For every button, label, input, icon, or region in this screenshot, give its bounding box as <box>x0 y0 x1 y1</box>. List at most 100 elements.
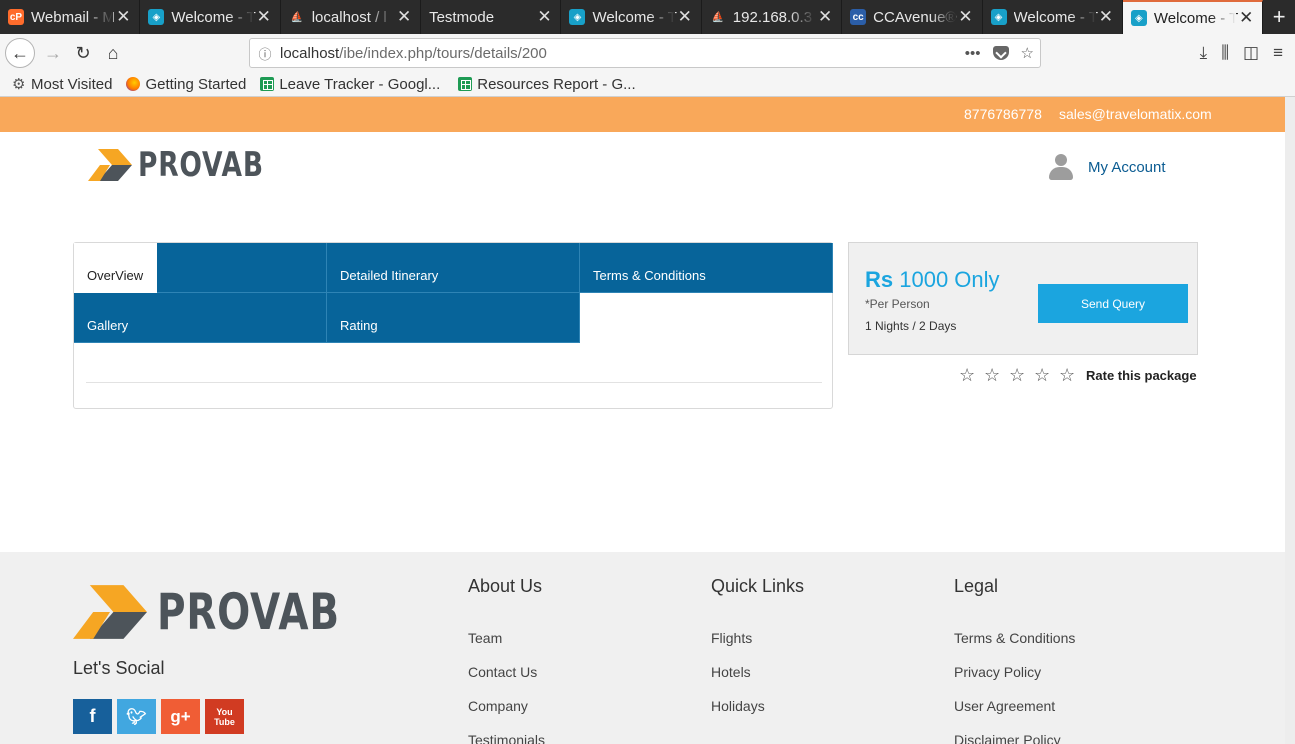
footer-link-company[interactable]: Company <box>468 689 668 723</box>
sheets-icon <box>260 77 275 91</box>
bookmark-leave-tracker[interactable]: Leave Tracker - Googl... <box>260 76 440 93</box>
google-plus-icon[interactable]: g+ <box>161 699 200 734</box>
provab-favicon-icon: ◈ <box>990 9 1007 25</box>
url-text[interactable]: localhost/ibe/index.php/tours/details/20… <box>280 45 965 62</box>
tab-title: Testmode <box>429 8 495 26</box>
browser-tab-active[interactable]: ◈ Welcome - T ✕ <box>1122 0 1264 34</box>
phpmyadmin-icon: ⛵ <box>290 11 303 23</box>
bookmark-getting-started[interactable]: Getting Started <box>126 76 246 93</box>
download-icon[interactable]: ⤓ <box>1200 43 1208 63</box>
footer-link-testimonials[interactable]: Testimonials <box>468 723 668 744</box>
browser-tab[interactable]: ⛵ 192.168.0.3 ✕ <box>702 0 843 34</box>
footer-column-title: Quick Links <box>711 576 805 596</box>
footer-link-privacy[interactable]: Privacy Policy <box>954 655 1154 689</box>
rate-package-label: Rate this package <box>1086 367 1197 383</box>
contact-strip: 8776786778 sales@travelomatix.com <box>0 97 1285 132</box>
twitter-icon[interactable]: 🐦︎ <box>117 699 156 734</box>
footer-link-team[interactable]: Team <box>468 621 668 655</box>
send-query-button[interactable]: Send Query <box>1038 284 1188 323</box>
menu-icon[interactable]: ≡ <box>1273 43 1283 63</box>
star-icon[interactable]: ☆ <box>984 365 1009 385</box>
contact-email[interactable]: sales@travelomatix.com <box>1059 106 1212 122</box>
tab-strip-fill <box>157 243 327 293</box>
footer-link-holidays[interactable]: Holidays <box>711 689 911 723</box>
close-icon[interactable]: ✕ <box>396 7 412 27</box>
star-icon[interactable]: ☆ <box>959 365 984 385</box>
footer-link-terms[interactable]: Terms & Conditions <box>954 621 1154 655</box>
price-amount: 1000 Only <box>899 267 1000 292</box>
reload-button[interactable]: ↻ <box>68 38 98 68</box>
close-icon[interactable]: ✕ <box>1098 7 1114 27</box>
star-icon[interactable]: ☆ <box>1009 365 1034 385</box>
close-icon[interactable]: ✕ <box>677 7 693 27</box>
close-icon[interactable]: ✕ <box>958 7 974 27</box>
user-avatar-icon <box>1048 153 1074 181</box>
back-button[interactable]: ← <box>5 38 35 68</box>
tab-detailed-itinerary[interactable]: Detailed Itinerary <box>327 243 580 293</box>
close-icon[interactable]: ✕ <box>1238 8 1254 28</box>
site-footer: PROVAB Let's Social f 🐦︎ g+ You Tube Abou… <box>0 552 1285 744</box>
footer-link-hotels[interactable]: Hotels <box>711 655 911 689</box>
star-icon[interactable]: ☆ <box>1034 365 1059 385</box>
youtube-icon[interactable]: You Tube <box>205 699 244 734</box>
library-icon[interactable]: ⫼ <box>1221 43 1229 63</box>
forward-button[interactable]: → <box>38 38 68 68</box>
browser-tab[interactable]: ◈ Welcome - T ✕ <box>140 0 281 34</box>
package-duration: 1 Nights / 2 Days <box>865 319 957 333</box>
provab-favicon-icon: ◈ <box>148 9 165 25</box>
footer-link-disclaimer[interactable]: Disclaimer Policy <box>954 723 1154 744</box>
home-button[interactable]: ⌂ <box>98 38 128 68</box>
price-currency: Rs <box>865 267 894 292</box>
close-icon[interactable]: ✕ <box>115 7 131 27</box>
facebook-icon[interactable]: f <box>73 699 112 734</box>
footer-column-title: Legal <box>954 576 999 596</box>
per-person-note: *Per Person <box>865 297 930 311</box>
bookmark-star-icon[interactable]: ☆ <box>1021 44 1034 62</box>
footer-logo[interactable]: PROVAB <box>73 583 391 641</box>
contact-phone[interactable]: 8776786778 <box>964 106 1042 122</box>
footer-link-user-agreement[interactable]: User Agreement <box>954 689 1154 723</box>
tab-content-divider <box>86 382 822 383</box>
new-tab-button[interactable]: + <box>1263 0 1295 34</box>
url-bar[interactable]: ⓘ localhost/ibe/index.php/tours/details/… <box>249 38 1041 68</box>
footer-link-contact-us[interactable]: Contact Us <box>468 655 668 689</box>
gear-icon: ⚙ <box>12 76 26 93</box>
bookmark-label: Resources Report - G... <box>477 75 636 93</box>
provab-favicon-icon: ◈ <box>569 9 586 25</box>
web-page: 8776786778 sales@travelomatix.com PROVAB… <box>0 97 1285 744</box>
bookmark-most-visited[interactable]: ⚙ Most Visited <box>12 75 113 94</box>
site-logo[interactable]: PROVAB <box>88 145 299 185</box>
footer-column-about: About Us Team Contact Us Company Testimo… <box>468 576 545 744</box>
browser-tab[interactable]: ◈ Welcome - T ✕ <box>983 0 1123 34</box>
browser-tab[interactable]: cc CCAvenue® ✕ <box>842 0 983 34</box>
browser-tab[interactable]: ⛵ localhost / l ✕ <box>281 0 422 34</box>
social-heading: Let's Social <box>73 658 165 678</box>
bookmark-label: Getting Started <box>145 75 247 93</box>
sheets-icon <box>458 77 473 91</box>
tab-terms-conditions[interactable]: Terms & Conditions <box>580 243 833 293</box>
bookmark-label: Leave Tracker - Googl... <box>279 75 441 93</box>
page-scrollbar[interactable] <box>1285 97 1295 744</box>
my-account-link[interactable]: My Account <box>1048 153 1166 181</box>
footer-link-flights[interactable]: Flights <box>711 621 911 655</box>
tab-rating[interactable]: Rating <box>327 293 580 343</box>
package-price: Rs 1000 Only <box>865 267 1000 293</box>
tab-overview[interactable]: OverView <box>74 243 157 293</box>
browser-tab[interactable]: ◈ Welcome - T ✕ <box>561 0 702 34</box>
logo-mark-icon <box>88 149 132 181</box>
close-icon[interactable]: ✕ <box>817 7 833 27</box>
close-icon[interactable]: ✕ <box>536 7 552 27</box>
page-actions-icon[interactable]: ••• <box>965 45 981 62</box>
close-icon[interactable]: ✕ <box>256 7 272 27</box>
browser-tab[interactable]: Testmode ✕ <box>421 0 562 34</box>
pocket-icon[interactable] <box>992 46 1009 60</box>
info-icon[interactable]: ⓘ <box>250 44 280 63</box>
bookmark-resources-report[interactable]: Resources Report - G... <box>458 75 636 93</box>
logo-mark-icon <box>73 585 147 639</box>
sidebar-icon[interactable]: ◫ <box>1243 43 1259 63</box>
bookmark-label: Most Visited <box>31 75 113 93</box>
tab-gallery[interactable]: Gallery <box>74 293 327 343</box>
star-icon[interactable]: ☆ <box>1059 365 1084 385</box>
footer-column-title: About Us <box>468 576 543 596</box>
browser-tab[interactable]: cP Webmail - M ✕ <box>0 0 141 34</box>
